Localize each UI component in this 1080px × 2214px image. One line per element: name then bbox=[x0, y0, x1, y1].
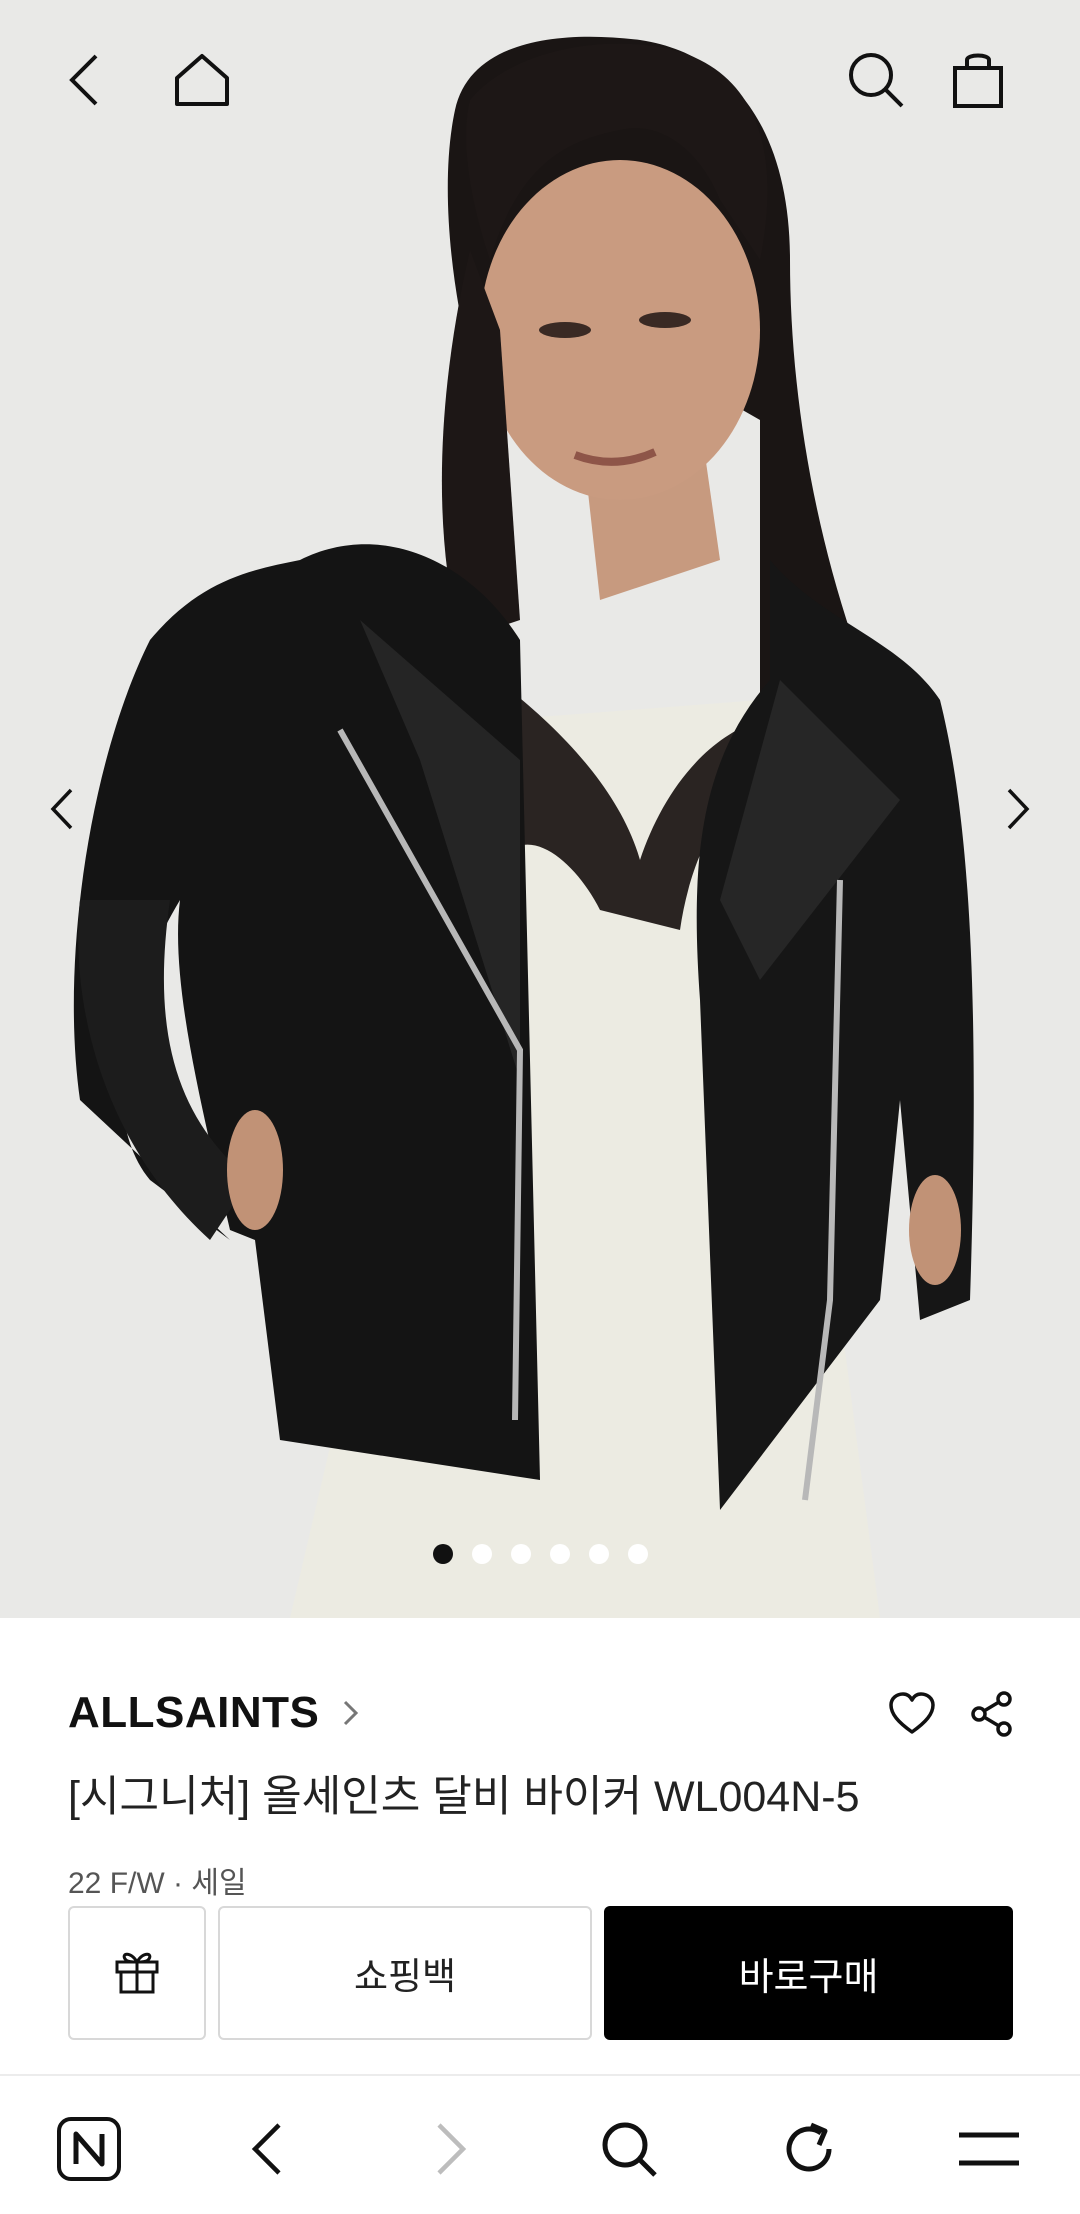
chevron-right-icon bbox=[341, 1698, 361, 1728]
buy-now-button[interactable]: 바로구매 bbox=[604, 1906, 1013, 2040]
carousel-dot[interactable] bbox=[510, 1544, 531, 1564]
carousel-dot[interactable] bbox=[627, 1544, 648, 1564]
product-title: [시그니처] 올세인츠 달비 바이커 WL004N-5 bbox=[68, 1773, 860, 1821]
browser-back-icon[interactable] bbox=[222, 2104, 312, 2194]
back-icon[interactable] bbox=[44, 40, 124, 120]
carousel-dot[interactable] bbox=[432, 1544, 453, 1564]
home-icon[interactable] bbox=[162, 40, 242, 120]
wishlist-heart-icon[interactable] bbox=[880, 1682, 944, 1746]
season-label: 22 F/W · 세일 bbox=[68, 1867, 247, 1900]
menu-icon[interactable] bbox=[944, 2104, 1034, 2194]
brand-link[interactable]: ALLSAINTS bbox=[68, 1688, 361, 1738]
add-to-cart-button[interactable]: 쇼핑백 bbox=[218, 1906, 592, 2040]
search-icon[interactable] bbox=[836, 40, 916, 120]
gift-button[interactable] bbox=[68, 1906, 206, 2040]
brand-name: ALLSAINTS bbox=[68, 1688, 320, 1737]
carousel-dot[interactable] bbox=[549, 1544, 570, 1564]
product-photo bbox=[0, 0, 1080, 1618]
purchase-bar: 쇼핑백 바로구매 bbox=[0, 1900, 1080, 2076]
browser-toolbar bbox=[0, 2074, 1080, 2214]
product-image-carousel[interactable] bbox=[0, 0, 1080, 1618]
shopping-bag-icon[interactable] bbox=[938, 40, 1018, 120]
carousel-indicator bbox=[0, 1544, 1080, 1564]
product-info: ALLSAINTS [시그니처] 올세인츠 달비 바이커 WL004N-5 22… bbox=[0, 1618, 1080, 1900]
reload-icon[interactable] bbox=[764, 2104, 854, 2194]
carousel-prev-icon[interactable] bbox=[32, 764, 92, 854]
browser-forward-icon bbox=[406, 2104, 496, 2194]
gift-icon bbox=[112, 1946, 162, 2001]
carousel-dot[interactable] bbox=[588, 1544, 609, 1564]
naver-home-icon[interactable] bbox=[44, 2104, 134, 2194]
carousel-next-icon[interactable] bbox=[988, 764, 1048, 854]
share-icon[interactable] bbox=[960, 1682, 1024, 1746]
browser-search-icon[interactable] bbox=[584, 2104, 674, 2194]
carousel-dot[interactable] bbox=[471, 1544, 492, 1564]
